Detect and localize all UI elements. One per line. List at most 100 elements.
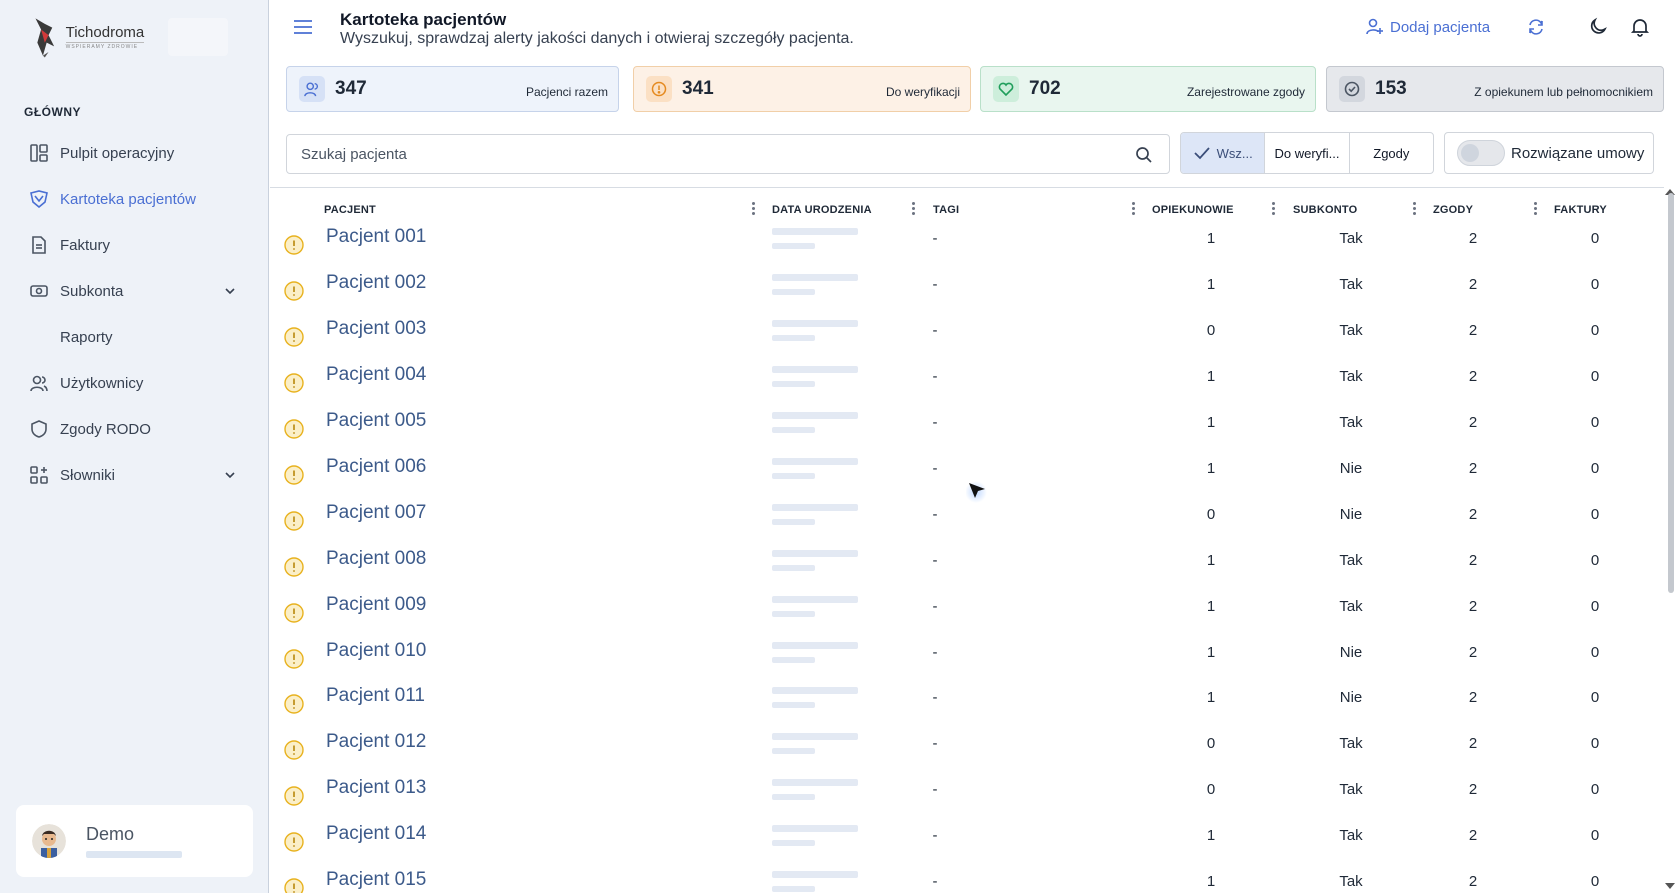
column-menu-icon[interactable] [1272, 202, 1276, 216]
stat-card-total[interactable]: 347 Pacjenci razem [286, 66, 619, 112]
menu-icon[interactable] [294, 20, 312, 34]
column-header-patient[interactable]: PACJENT [324, 204, 376, 216]
guardians-cell: 1 [1206, 552, 1216, 569]
stat-card-guardians[interactable]: 153 Z opiekunem lub pełnomocnikiem [1326, 66, 1664, 112]
table-row[interactable]: Pacjent 014 - 1 Tak 2 0 [270, 820, 1664, 866]
patient-name[interactable]: Pacjent 015 [326, 869, 426, 891]
patient-name[interactable]: Pacjent 001 [326, 226, 426, 248]
table-row[interactable]: Pacjent 002 - 1 Tak 2 0 [270, 269, 1664, 315]
column-menu-icon[interactable] [1534, 202, 1538, 216]
table-row[interactable]: Pacjent 004 - 1 Tak 2 0 [270, 361, 1664, 407]
sidebar-item-reports[interactable]: Raporty [0, 314, 269, 360]
search-icon[interactable] [1135, 146, 1153, 164]
brand-logo[interactable]: Tichodroma WSPIERAMY ZDROWIE [28, 12, 228, 62]
dashboard-icon [30, 144, 48, 162]
patients-table: PACJENT DATA URODZENIA TAGI OPIEKUNOWIE … [270, 187, 1664, 893]
consents-cell: 2 [1468, 781, 1478, 798]
warning-icon[interactable] [284, 878, 304, 893]
column-header-invoices[interactable]: FAKTURY [1554, 204, 1607, 216]
user-card[interactable]: Demo [16, 805, 253, 877]
table-row[interactable]: Pacjent 011 - 1 Nie 2 0 [270, 682, 1664, 728]
sidebar-item-invoices[interactable]: Faktury [0, 222, 269, 268]
table-row[interactable]: Pacjent 007 - 0 Nie 2 0 [270, 499, 1664, 545]
add-patient-label: Dodaj pacjenta [1390, 18, 1491, 36]
patient-name[interactable]: Pacjent 010 [326, 640, 426, 662]
sidebar-item-dictionaries[interactable]: Słowniki [0, 452, 269, 498]
patient-name[interactable]: Pacjent 002 [326, 272, 426, 294]
warning-icon[interactable] [284, 649, 304, 669]
warning-icon[interactable] [284, 281, 304, 301]
warning-icon[interactable] [284, 235, 304, 255]
patient-name[interactable]: Pacjent 008 [326, 548, 426, 570]
bell-icon[interactable] [1630, 17, 1650, 37]
warning-icon[interactable] [284, 786, 304, 806]
patient-name[interactable]: Pacjent 004 [326, 364, 426, 386]
chevron-down-icon[interactable] [223, 468, 237, 482]
birthdate-placeholder [772, 825, 858, 832]
column-menu-icon[interactable] [752, 202, 756, 216]
table-row[interactable]: Pacjent 005 - 1 Tak 2 0 [270, 407, 1664, 453]
add-patient-button[interactable]: Dodaj pacjenta [1366, 18, 1490, 36]
patient-name[interactable]: Pacjent 003 [326, 318, 426, 340]
scroll-down-icon[interactable] [1665, 883, 1675, 889]
sidebar-item-dashboard[interactable]: Pulpit operacyjny [0, 130, 269, 176]
column-menu-icon[interactable] [1413, 202, 1417, 216]
patient-name[interactable]: Pacjent 012 [326, 731, 426, 753]
subaccount-cell: Tak [1339, 276, 1363, 293]
stat-card-verify[interactable]: 341 Do weryfikacji [633, 66, 971, 112]
column-header-consents[interactable]: ZGODY [1433, 204, 1473, 216]
birthdate-placeholder [772, 289, 815, 295]
table-row[interactable]: Pacjent 003 - 0 Tak 2 0 [270, 315, 1664, 361]
warning-icon[interactable] [284, 373, 304, 393]
chevron-down-icon[interactable] [223, 284, 237, 298]
warning-icon[interactable] [284, 603, 304, 623]
search-input[interactable] [301, 143, 1101, 165]
table-row[interactable]: Pacjent 009 - 1 Tak 2 0 [270, 591, 1664, 637]
warning-icon[interactable] [284, 557, 304, 577]
sidebar-item-subaccounts[interactable]: Subkonta [0, 268, 269, 314]
warning-icon[interactable] [284, 511, 304, 531]
subaccount-cell: Tak [1339, 827, 1363, 844]
patient-name[interactable]: Pacjent 014 [326, 823, 426, 845]
column-header-subaccount[interactable]: SUBKONTO [1293, 204, 1357, 216]
invoices-cell: 0 [1590, 873, 1600, 890]
patient-name[interactable]: Pacjent 011 [326, 685, 425, 707]
warning-icon[interactable] [284, 465, 304, 485]
patient-name[interactable]: Pacjent 013 [326, 777, 426, 799]
patient-name[interactable]: Pacjent 007 [326, 502, 426, 524]
sidebar-item-users[interactable]: Użytkownicy [0, 360, 269, 406]
column-menu-icon[interactable] [1132, 202, 1136, 216]
table-row[interactable]: Pacjent 013 - 0 Tak 2 0 [270, 774, 1664, 820]
table-row[interactable]: Pacjent 012 - 0 Tak 2 0 [270, 728, 1664, 774]
warning-icon[interactable] [284, 419, 304, 439]
filter-consents-button[interactable]: Zgody [1350, 133, 1433, 173]
column-header-birthdate[interactable]: DATA URODZENIA [772, 204, 872, 216]
stat-card-consents[interactable]: 702 Zarejestrowane zgody [980, 66, 1316, 112]
table-scrollbar[interactable] [1668, 193, 1674, 593]
sidebar-item-patients[interactable]: Kartoteka pacjentów [0, 176, 269, 222]
resolved-contracts-toggle[interactable] [1457, 140, 1505, 166]
warning-icon[interactable] [284, 740, 304, 760]
filter-verify-button[interactable]: Do weryfi... [1265, 133, 1350, 173]
tags-cell: - [932, 689, 938, 706]
patient-name[interactable]: Pacjent 009 [326, 594, 426, 616]
filter-all-button[interactable]: Wsz... [1181, 133, 1266, 173]
sidebar-item-gdpr[interactable]: Zgody RODO [0, 406, 269, 452]
patient-name[interactable]: Pacjent 006 [326, 456, 426, 478]
subaccount-cell: Tak [1339, 873, 1363, 890]
refresh-icon[interactable] [1526, 17, 1546, 37]
table-row[interactable]: Pacjent 010 - 1 Nie 2 0 [270, 637, 1664, 683]
warning-icon[interactable] [284, 327, 304, 347]
table-row[interactable]: Pacjent 008 - 1 Tak 2 0 [270, 545, 1664, 591]
dark-mode-icon[interactable] [1588, 17, 1608, 37]
table-row[interactable]: Pacjent 015 - 1 Tak 2 0 [270, 866, 1664, 893]
patient-name[interactable]: Pacjent 005 [326, 410, 426, 432]
column-header-tags[interactable]: TAGI [933, 204, 959, 216]
column-menu-icon[interactable] [912, 202, 916, 216]
guardians-cell: 1 [1206, 276, 1216, 293]
warning-icon[interactable] [284, 832, 304, 852]
consents-cell: 2 [1468, 414, 1478, 431]
column-header-guardians[interactable]: OPIEKUNOWIE [1152, 204, 1234, 216]
warning-icon[interactable] [284, 694, 304, 714]
table-row[interactable]: Pacjent 001 - 1 Tak 2 0 [270, 223, 1664, 269]
